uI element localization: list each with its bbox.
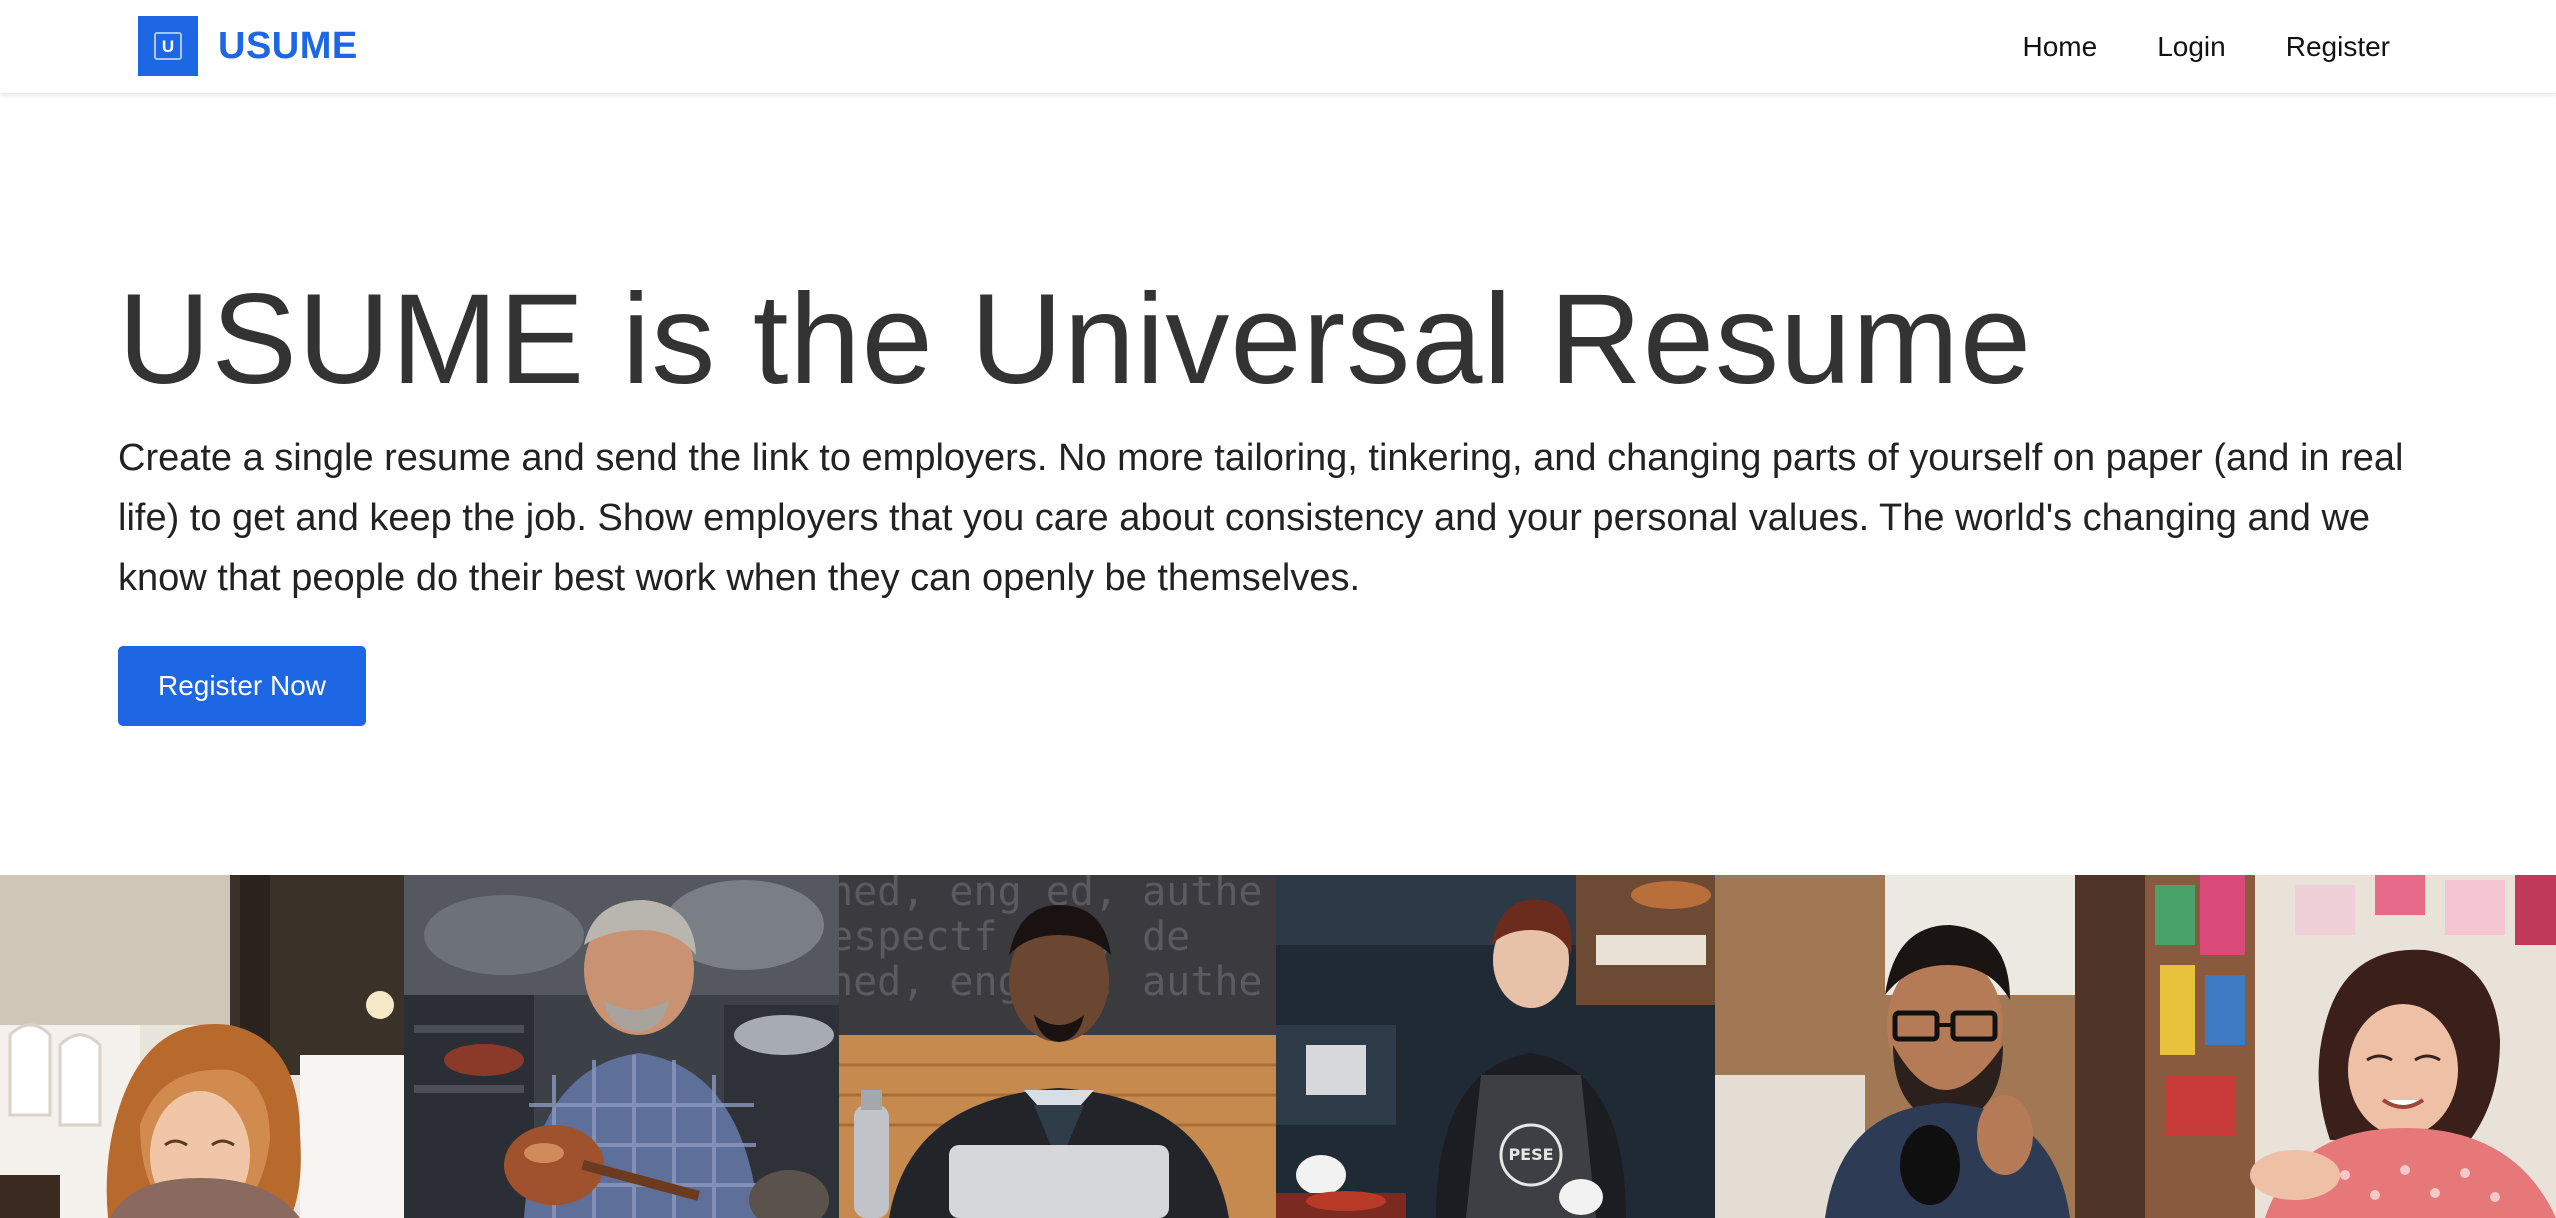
woman-smiling-photo	[0, 875, 404, 1218]
brand-name: USUME	[218, 24, 358, 67]
man-glasses-photo	[1715, 875, 2145, 1218]
apron-logo-text: PESE	[1508, 1145, 1553, 1164]
brand-logo-letter: U	[154, 32, 182, 60]
woman-apron-photo: PESE	[1276, 875, 1715, 1218]
brand-link[interactable]: U USUME	[138, 16, 358, 76]
hero-lead: Create a single resume and send the link…	[118, 437, 2404, 599]
nav-link-home[interactable]: Home	[2023, 31, 2098, 63]
hero-title: USUME is the Universal Resume	[118, 268, 2032, 411]
register-now-button[interactable]: Register Now	[118, 646, 366, 726]
man-craftsman-photo	[404, 875, 839, 1218]
woman-shop-photo	[2145, 875, 2556, 1218]
nav-link-login[interactable]: Login	[2157, 31, 2226, 63]
navbar: U USUME Home Login Register	[0, 0, 2556, 94]
man-laptop-photo: ned, eng ed, authe espectf ing, de ned, …	[839, 875, 1276, 1218]
nav-link-register[interactable]: Register	[2286, 31, 2390, 63]
brand-logo-icon: U	[138, 16, 198, 76]
main-nav: Home Login Register	[1963, 0, 2390, 94]
hero-section: USUME is the Universal Resume Create a s…	[118, 270, 2448, 726]
photo-strip: ned, eng ed, authe espectf ing, de ned, …	[0, 875, 2556, 1218]
